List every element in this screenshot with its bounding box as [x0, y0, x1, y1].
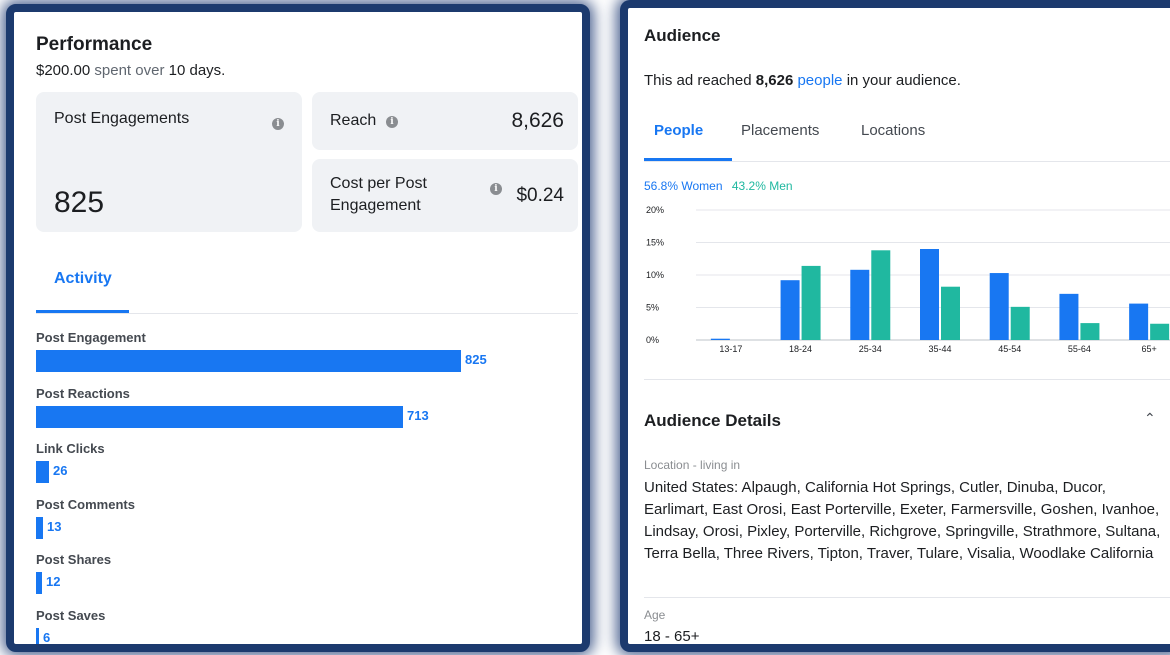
x-tick-label: 25-34: [859, 344, 882, 354]
activity-label: Link Clicks: [36, 441, 105, 456]
bar-men-18-24[interactable]: [801, 265, 821, 340]
x-tick-label: 55-64: [1068, 344, 1091, 354]
activity-value: 825: [465, 352, 487, 367]
activity-value: 713: [407, 407, 429, 423]
x-tick-label: 35-44: [928, 344, 951, 354]
bar-women-18-24[interactable]: [780, 280, 800, 340]
x-tick-label: 65+: [1142, 344, 1157, 354]
bar-women-25-34[interactable]: [850, 269, 870, 340]
gender-legend: 56.8% Women 43.2% Men: [644, 179, 793, 193]
post-engagements-label: Post Engagements: [54, 110, 190, 127]
legend-women: 56.8% Women: [644, 179, 723, 193]
y-tick-label: 10%: [646, 270, 664, 280]
bar-men-35-44[interactable]: [941, 286, 960, 340]
y-tick-label: 15%: [646, 238, 664, 248]
spent-days: 10 days.: [168, 62, 226, 79]
reach-prefix: This ad reached: [644, 72, 752, 89]
reach-suffix: in your audience.: [846, 72, 961, 89]
audience-details-title: Audience Details: [644, 411, 781, 430]
bar-men-65+[interactable]: [1150, 323, 1170, 340]
bar-men-45-54[interactable]: [1010, 306, 1030, 340]
bar-men-55-64[interactable]: [1080, 323, 1100, 340]
bar-men-25-34[interactable]: [871, 250, 891, 340]
activity-label: Post Saves: [36, 607, 106, 623]
activity-row: Post Shares 12: [36, 552, 576, 602]
post-engagements-value: 825: [54, 186, 105, 219]
audience-reach-summary: This ad reached 8,626 people in your aud…: [644, 72, 961, 89]
activity-row: Post Engagement 825: [36, 330, 576, 380]
audience-panel: Audience This ad reached 8,626 people in…: [620, 0, 1170, 652]
section-divider: [644, 379, 1170, 380]
activity-label: Post Comments: [36, 496, 135, 512]
tab-divider: [36, 313, 578, 314]
activity-row: Post Comments 13: [36, 497, 576, 547]
activity-label: Post Shares: [36, 552, 112, 567]
y-tick-label: 0%: [646, 335, 659, 345]
cost-per-engagement-label: Cost per Post Engagement: [330, 173, 427, 217]
spent-mid-text: spent over: [94, 62, 165, 79]
info-icon[interactable]: i: [272, 118, 284, 130]
reach-value: 8,626: [511, 109, 564, 132]
y-tick-label: 20%: [646, 205, 664, 215]
activity-bar: [36, 461, 49, 483]
tab-locations[interactable]: Locations: [861, 122, 925, 139]
info-icon[interactable]: i: [386, 116, 398, 128]
activity-bar: [36, 405, 403, 428]
reach-card: Reach i 8,626: [312, 92, 578, 150]
age-label: Age: [644, 608, 666, 622]
bar-women-55-64[interactable]: [1059, 293, 1079, 340]
age-value: 18 - 65+: [644, 628, 700, 645]
activity-bar: [36, 516, 43, 539]
chevron-up-icon[interactable]: ⌃: [1144, 410, 1156, 427]
activity-bar: [36, 572, 42, 594]
tab-people[interactable]: People: [654, 122, 703, 139]
bar-women-45-54[interactable]: [989, 273, 1009, 340]
x-tick-label: 13-17: [719, 344, 742, 354]
tab-divider: [644, 161, 1170, 162]
legend-men: 43.2% Men: [731, 179, 793, 193]
activity-row: Post Saves 6: [36, 607, 576, 645]
bar-women-35-44[interactable]: [920, 249, 939, 340]
people-link[interactable]: people: [797, 72, 842, 89]
location-text: United States: Alpaugh, California Hot S…: [644, 479, 1161, 562]
tab-placements[interactable]: Placements: [741, 122, 819, 139]
info-icon[interactable]: i: [490, 183, 502, 195]
performance-title: Performance: [36, 34, 153, 55]
activity-bar: [36, 350, 461, 372]
activity-value: 12: [46, 574, 61, 589]
audience-title: Audience: [644, 26, 721, 45]
activity-value: 13: [47, 518, 62, 534]
tab-activity[interactable]: Activity: [54, 270, 112, 288]
activity-label: Post Engagement: [36, 330, 146, 345]
bar-women-13-17[interactable]: [710, 338, 730, 340]
activity-row: Post Reactions 713: [36, 386, 576, 436]
reach-count: 8,626: [755, 72, 794, 89]
cost-label-line2: Engagement: [330, 197, 421, 214]
x-tick-label: 18-24: [789, 344, 812, 354]
performance-spend-summary: $200.00 spent over 10 days.: [36, 62, 225, 79]
activity-label: Post Reactions: [36, 385, 130, 401]
activity-value: 26: [53, 463, 68, 478]
activity-value: 6: [43, 629, 51, 645]
activity-bar: [36, 627, 39, 644]
location-label: Location - living in: [644, 458, 741, 472]
section-divider: [644, 597, 1170, 598]
age-gender-bar-chart: 0% 5% 10% 15% 20% 13-17 18-24 25-34 35-44 45-54 55…: [646, 205, 1170, 354]
reach-label: Reach: [330, 112, 377, 129]
spent-amount: $200.00: [36, 62, 91, 79]
bar-women-65+[interactable]: [1129, 303, 1149, 340]
cost-per-engagement-value: $0.24: [516, 185, 564, 206]
y-tick-label: 5%: [646, 303, 659, 313]
performance-panel: Performance $200.00 spent over 10 days. …: [6, 4, 590, 652]
x-tick-label: 45-54: [998, 344, 1021, 354]
cost-per-engagement-card: Cost per Post Engagement i $0.24: [312, 159, 578, 232]
post-engagements-card: Post Engagements i 825: [36, 92, 302, 232]
activity-row: Link Clicks 26: [36, 441, 576, 491]
cost-label-line1: Cost per Post: [330, 175, 427, 192]
